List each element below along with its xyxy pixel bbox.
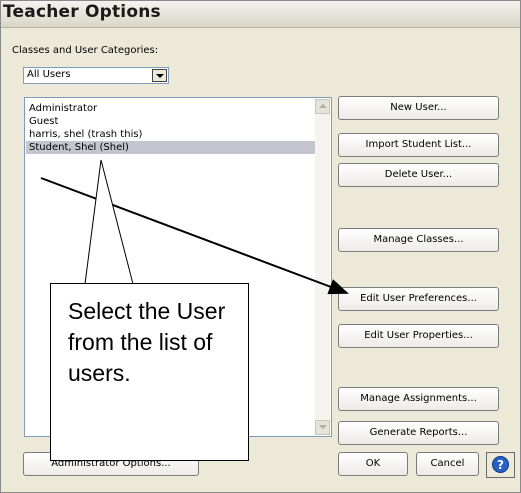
callout-pointer — [84, 159, 134, 285]
callout-text: Select the User from the list of users. — [68, 298, 226, 386]
instruction-callout: Select the User from the list of users. — [50, 283, 249, 461]
